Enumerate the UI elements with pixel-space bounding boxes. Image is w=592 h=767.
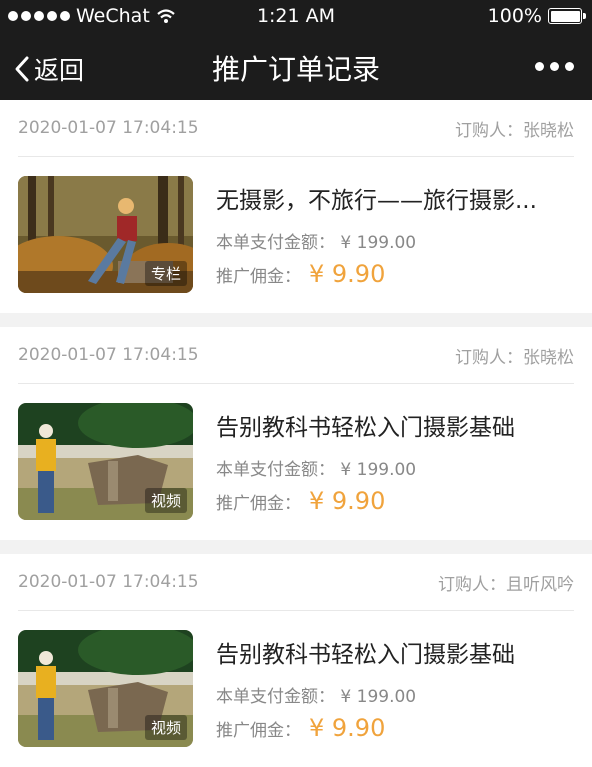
commission-amount: ¥ 9.90	[309, 260, 386, 288]
battery-icon	[548, 8, 586, 24]
course-title: 告别教科书轻松入门摄影基础	[216, 642, 515, 668]
payment-amount: 本单支付金额： ¥ 199.00	[216, 460, 417, 480]
commission-amount: ¥ 9.90	[309, 487, 386, 515]
order-date: 2020-01-07 17:04:15	[18, 118, 199, 138]
order-header: 2020-01-07 17:04:15 订购人：且听风吟	[18, 554, 574, 611]
payment-amount: 本单支付金额： ¥ 199.00	[216, 687, 417, 707]
order-date: 2020-01-07 17:04:15	[18, 345, 199, 365]
park-hiker-thumbnail[interactable]: 视频	[18, 630, 193, 747]
order-buyer: 订购人：张晓松	[455, 120, 574, 141]
order-header: 2020-01-07 17:04:15 订购人：张晓松	[18, 327, 574, 384]
commission-row: 推广佣金： ¥ 9.90	[216, 260, 385, 288]
order-body: 视频 告别教科书轻松入门摄影基础 本单支付金额： ¥ 199.00 推广佣金： …	[18, 611, 574, 767]
battery-percent: 100%	[487, 5, 542, 27]
order-card[interactable]: 2020-01-07 17:04:15 订购人：张晓松 专栏 无摄影，不旅行——…	[0, 100, 592, 313]
course-title: 无摄影，不旅行——旅行摄影...	[216, 188, 537, 214]
card-separator	[0, 313, 592, 327]
commission-label: 推广佣金：	[216, 494, 301, 514]
content-type-tag: 视频	[144, 488, 187, 513]
commission-label: 推广佣金：	[216, 267, 301, 287]
order-body: 视频 告别教科书轻松入门摄影基础 本单支付金额： ¥ 199.00 推广佣金： …	[18, 384, 574, 540]
content-type-tag: 视频	[144, 715, 187, 740]
navigation-bar: 返回 推广订单记录	[0, 34, 592, 100]
more-menu-icon[interactable]	[535, 62, 574, 71]
battery-group: 100%	[487, 5, 586, 27]
order-card[interactable]: 2020-01-07 17:04:15 订购人：且听风吟 视频 告别教科书轻松入…	[0, 554, 592, 767]
order-header: 2020-01-07 17:04:15 订购人：张晓松	[18, 100, 574, 157]
course-title: 告别教科书轻松入门摄影基础	[216, 415, 515, 441]
commission-row: 推广佣金： ¥ 9.90	[216, 714, 385, 742]
commission-label: 推广佣金：	[216, 721, 301, 741]
order-body: 专栏 无摄影，不旅行——旅行摄影... 本单支付金额： ¥ 199.00 推广佣…	[18, 157, 574, 313]
commission-amount: ¥ 9.90	[309, 714, 386, 742]
forest-photographer-thumbnail[interactable]: 专栏	[18, 176, 193, 293]
order-buyer: 订购人：张晓松	[455, 347, 574, 368]
order-list: 2020-01-07 17:04:15 订购人：张晓松 专栏 无摄影，不旅行——…	[0, 100, 592, 767]
order-card[interactable]: 2020-01-07 17:04:15 订购人：张晓松 视频 告别教科书轻松入门…	[0, 327, 592, 540]
order-buyer: 订购人：且听风吟	[438, 574, 574, 595]
order-date: 2020-01-07 17:04:15	[18, 572, 199, 592]
park-hiker-thumbnail[interactable]: 视频	[18, 403, 193, 520]
content-type-tag: 专栏	[144, 261, 187, 286]
page-title: 推广订单记录	[211, 53, 380, 86]
card-separator	[0, 540, 592, 554]
payment-amount: 本单支付金额： ¥ 199.00	[216, 233, 417, 253]
status-bar: WeChat 1:21 AM 100%	[0, 0, 592, 34]
commission-row: 推广佣金： ¥ 9.90	[216, 487, 385, 515]
